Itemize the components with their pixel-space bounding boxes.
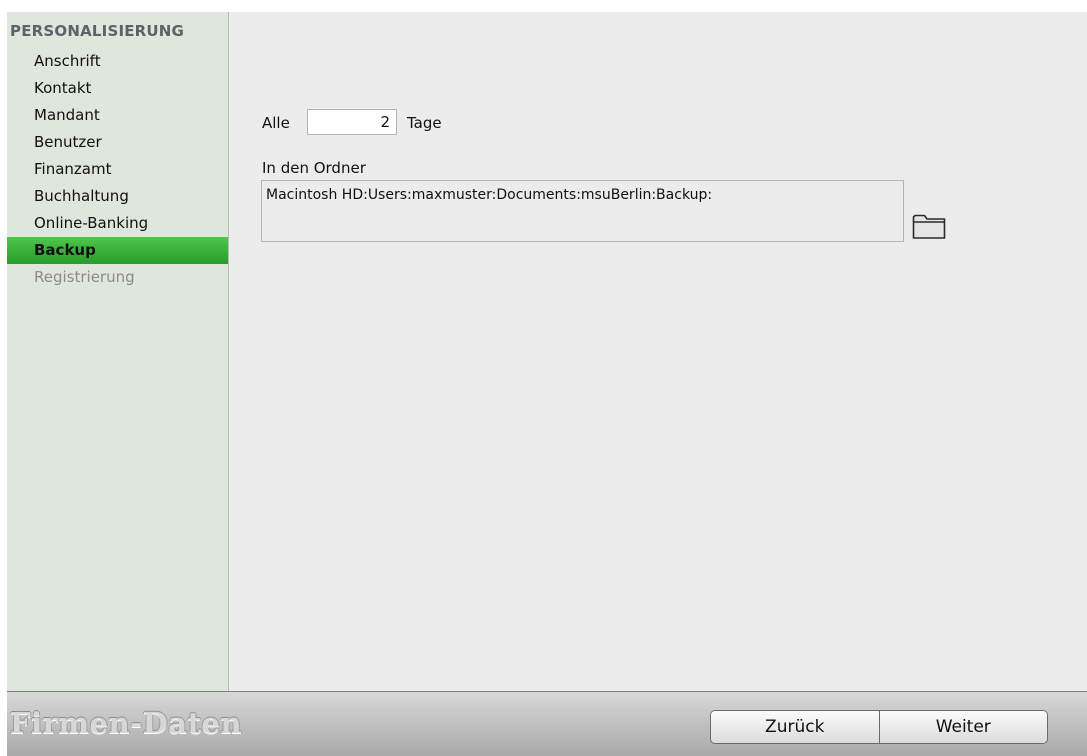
sidebar-item-finanzamt[interactable]: Finanzamt <box>7 156 228 183</box>
bottom-bar: Firmen-Daten Zurück Weiter <box>7 691 1087 756</box>
backup-panel: Alle Tage In den Ordner Macintosh HD:Use… <box>229 12 1087 691</box>
sidebar-header: PERSONALISIERUNG <box>10 22 185 40</box>
next-button[interactable]: Weiter <box>878 711 1047 743</box>
sidebar-item-benutzer[interactable]: Benutzer <box>7 129 228 156</box>
sidebar-item-buchhaltung[interactable]: Buchhaltung <box>7 183 228 210</box>
sidebar-item-registrierung: Registrierung <box>34 268 135 286</box>
sidebar: PERSONALISIERUNG Anschrift Kontakt Manda… <box>7 12 229 691</box>
interval-suffix-label: Tage <box>407 114 442 132</box>
sidebar-list: Anschrift Kontakt Mandant Benutzer Finan… <box>7 48 228 291</box>
sidebar-item-backup[interactable]: Backup <box>7 237 228 264</box>
interval-days-input[interactable] <box>307 109 397 135</box>
sidebar-item-anschrift[interactable]: Anschrift <box>7 48 228 75</box>
folder-path-field[interactable]: Macintosh HD:Users:maxmuster:Documents:m… <box>261 180 904 242</box>
interval-prefix-label: Alle <box>262 114 290 132</box>
folder-label: In den Ordner <box>262 159 366 177</box>
sidebar-item-online-banking[interactable]: Online-Banking <box>7 210 228 237</box>
folder-icon[interactable] <box>912 212 946 240</box>
app-brand-logo: Firmen-Daten <box>10 706 243 740</box>
sidebar-item-mandant[interactable]: Mandant <box>7 102 228 129</box>
preferences-window: PERSONALISIERUNG Anschrift Kontakt Manda… <box>7 12 1087 756</box>
sidebar-item-kontakt[interactable]: Kontakt <box>7 75 228 102</box>
navigation-button-group: Zurück Weiter <box>710 710 1048 744</box>
back-button[interactable]: Zurück <box>711 711 879 743</box>
